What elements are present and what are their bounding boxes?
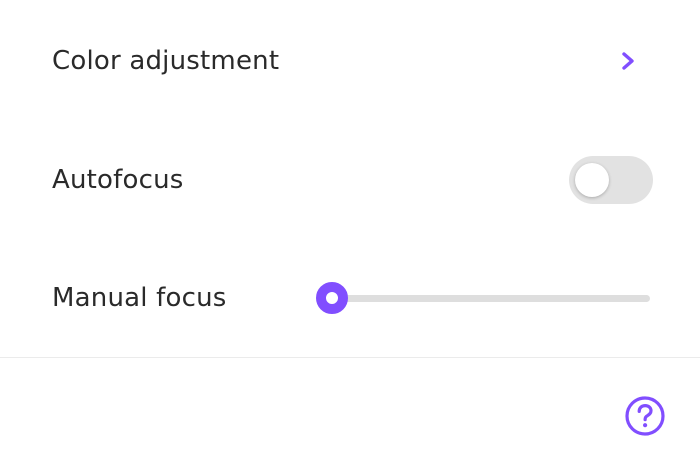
manual-focus-row: Manual focus <box>0 268 700 328</box>
slider-track <box>332 295 650 302</box>
divider <box>0 357 700 358</box>
chevron-right-icon[interactable] <box>612 45 644 77</box>
toggle-knob <box>575 163 609 197</box>
autofocus-row: Autofocus <box>0 150 700 210</box>
manual-focus-label: Manual focus <box>52 283 227 313</box>
help-circle-icon[interactable] <box>624 395 666 437</box>
manual-focus-slider[interactable] <box>316 281 650 315</box>
autofocus-label: Autofocus <box>52 165 184 195</box>
color-adjustment-label: Color adjustment <box>52 46 280 76</box>
color-adjustment-row[interactable]: Color adjustment <box>0 31 700 91</box>
chevron-right-glyph <box>622 52 634 70</box>
help-circle-glyph <box>625 396 665 436</box>
autofocus-toggle[interactable] <box>569 156 653 204</box>
slider-thumb[interactable] <box>316 282 348 314</box>
